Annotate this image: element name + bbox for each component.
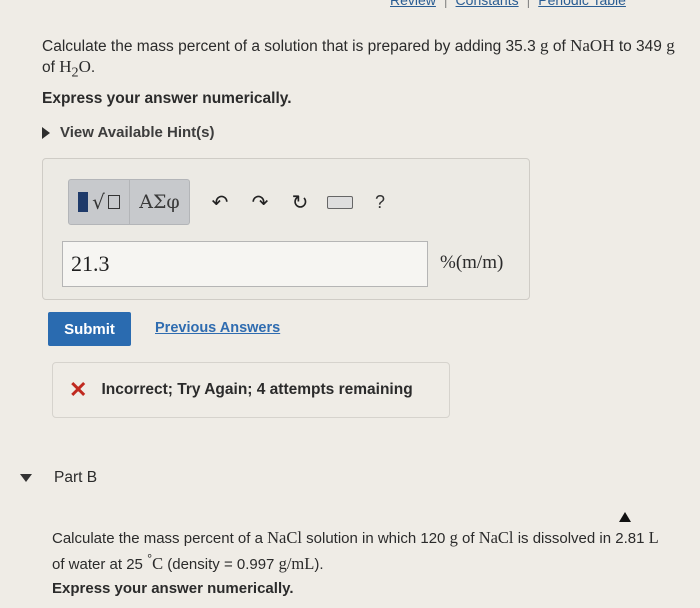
templates-icon — [78, 192, 89, 212]
part-b-express-instruction: Express your answer numerically. — [52, 580, 294, 597]
sqrt-icon: √ — [92, 190, 105, 214]
incorrect-icon: ✕ — [69, 377, 88, 402]
feedback-message: ✕ Incorrect; Try Again; 4 attempts remai… — [52, 362, 450, 418]
box-icon — [107, 195, 120, 209]
collapse-arrow-icon[interactable] — [20, 474, 32, 482]
separator: | — [443, 0, 448, 8]
previous-answers-link[interactable]: Previous Answers — [155, 320, 280, 336]
part-b-title[interactable]: Part B — [54, 469, 97, 487]
separator: | — [526, 0, 531, 8]
help-icon[interactable]: ? — [360, 179, 400, 225]
hint-label: View Available Hint(s) — [60, 124, 215, 141]
top-links: Review | Constants | Periodic Table — [360, 0, 700, 10]
keyboard-icon — [327, 195, 353, 209]
constants-link[interactable]: Constants — [456, 0, 519, 8]
review-link[interactable]: Review — [390, 0, 436, 8]
part-b-question: Calculate the mass percent of a NaCl sol… — [52, 528, 659, 573]
undo-icon[interactable]: ↶ — [200, 179, 240, 225]
units-label: %(m/m) — [440, 252, 504, 273]
answer-input[interactable]: 21.3 — [62, 241, 428, 287]
feedback-text: Incorrect; Try Again; 4 attempts remaini… — [101, 381, 413, 398]
redo-icon[interactable]: ↷ — [240, 179, 280, 225]
mouse-cursor-icon — [619, 512, 631, 522]
math-toolbar: √ ΑΣφ ↶ ↷ ↻ ? — [68, 178, 400, 226]
express-instruction: Express your answer numerically. — [42, 90, 292, 107]
submit-button[interactable]: Submit — [48, 312, 131, 346]
greek-symbols-button[interactable]: ΑΣφ — [130, 179, 190, 225]
reset-icon[interactable]: ↻ — [280, 179, 320, 225]
templates-button[interactable]: √ — [68, 179, 130, 225]
caret-right-icon — [42, 126, 50, 139]
keyboard-button[interactable] — [320, 179, 360, 225]
part-a-question: Calculate the mass percent of a solution… — [42, 36, 675, 81]
view-hints-toggle[interactable]: View Available Hint(s) — [42, 124, 215, 141]
periodic-table-link[interactable]: Periodic Table — [538, 0, 626, 8]
